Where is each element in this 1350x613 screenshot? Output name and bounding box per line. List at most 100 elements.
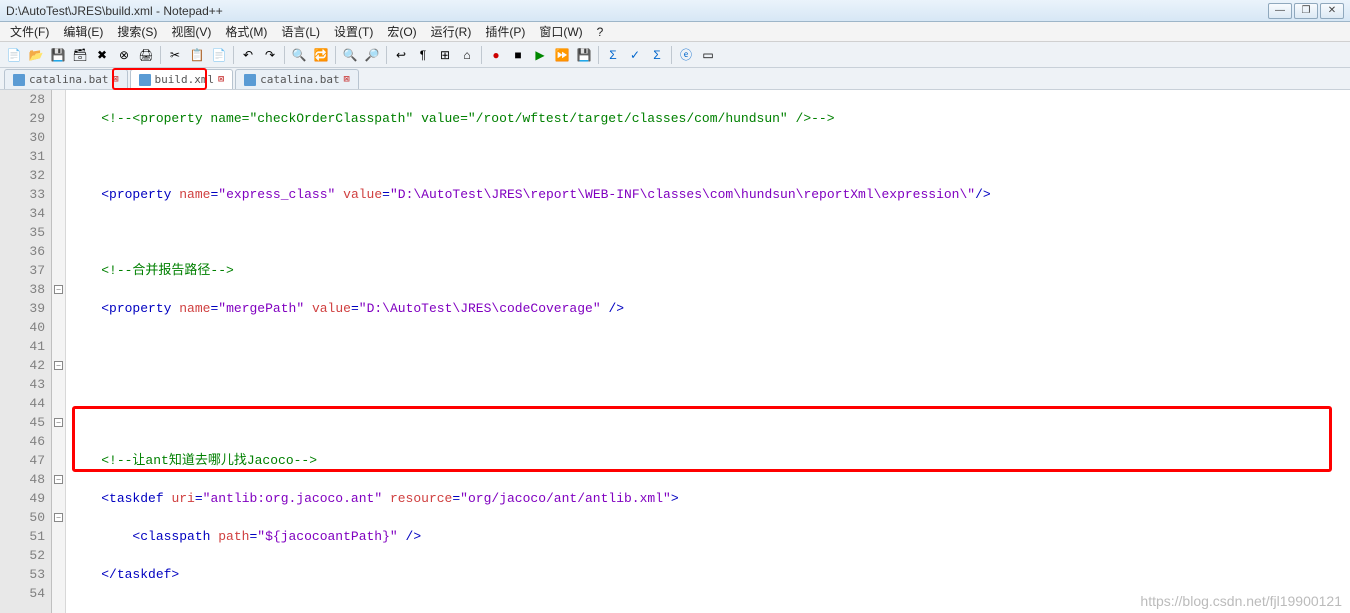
play-multi-icon[interactable]: ⏩ (552, 45, 572, 65)
indent-guide-icon[interactable]: ⊞ (435, 45, 455, 65)
fold-toggle-icon[interactable]: − (52, 508, 65, 527)
tab-close-icon[interactable]: ⊠ (344, 74, 350, 85)
menu-settings[interactable]: 设置(T) (328, 21, 379, 42)
menu-search[interactable]: 搜索(S) (111, 21, 163, 42)
minimize-button[interactable]: — (1268, 3, 1292, 19)
line-number: 39 (0, 299, 51, 318)
close-button[interactable]: ✕ (1320, 3, 1344, 19)
line-number: 29 (0, 109, 51, 128)
save-all-icon[interactable]: 🗃 (70, 45, 90, 65)
menu-bar: 文件(F) 编辑(E) 搜索(S) 视图(V) 格式(M) 语言(L) 设置(T… (0, 22, 1350, 42)
line-number: 42 (0, 356, 51, 375)
menu-window[interactable]: 窗口(W) (533, 21, 588, 42)
file-icon (244, 74, 256, 86)
cut-icon[interactable]: ✂ (165, 45, 185, 65)
window-titlebar: D:\AutoTest\JRES\build.xml - Notepad++ —… (0, 0, 1350, 22)
file-icon (139, 74, 151, 86)
sigma2-icon[interactable]: Σ (647, 45, 667, 65)
toolbar-separator (335, 46, 336, 64)
menu-view[interactable]: 视图(V) (165, 21, 217, 42)
line-number: 33 (0, 185, 51, 204)
menu-macro[interactable]: 宏(O) (381, 21, 422, 42)
line-number: 32 (0, 166, 51, 185)
menu-plugins[interactable]: 插件(P) (479, 21, 531, 42)
zoom-in-icon[interactable]: 🔍 (340, 45, 360, 65)
line-number: 49 (0, 489, 51, 508)
window-title: D:\AutoTest\JRES\build.xml - Notepad++ (6, 4, 223, 18)
line-number: 51 (0, 527, 51, 546)
tab-label: catalina.bat (29, 73, 108, 86)
copy-icon[interactable]: 📋 (187, 45, 207, 65)
line-number-gutter: 28 29 30 31 32 33 34 35 36 37 38 39 40 4… (0, 90, 52, 613)
toolbar-separator (284, 46, 285, 64)
fold-toggle-icon[interactable]: − (52, 356, 65, 375)
fold-toggle-icon[interactable]: − (52, 413, 65, 432)
toolbar-separator (598, 46, 599, 64)
save-macro-icon[interactable]: 💾 (574, 45, 594, 65)
toolbar-separator (386, 46, 387, 64)
wrap-icon[interactable]: ↩ (391, 45, 411, 65)
menu-run[interactable]: 运行(R) (425, 21, 478, 42)
menu-help[interactable]: ? (591, 23, 610, 41)
window-controls: — ❐ ✕ (1268, 3, 1344, 19)
tab-label: catalina.bat (260, 73, 339, 86)
toolbar-separator (671, 46, 672, 64)
line-number: 40 (0, 318, 51, 337)
line-number: 37 (0, 261, 51, 280)
code-comment: <!--<property name="checkOrderClasspath"… (101, 111, 834, 126)
fold-toggle-icon[interactable]: − (52, 470, 65, 489)
tab-close-icon[interactable]: ⊠ (112, 74, 118, 85)
line-number: 48 (0, 470, 51, 489)
menu-format[interactable]: 格式(M) (219, 21, 273, 42)
new-file-icon[interactable]: 📄 (4, 45, 24, 65)
line-number: 30 (0, 128, 51, 147)
tab-label: build.xml (155, 73, 215, 86)
file-icon (13, 74, 25, 86)
file-tab-bar: catalina.bat ⊠ build.xml ⊠ catalina.bat … (0, 68, 1350, 90)
lang-icon[interactable]: ⌂ (457, 45, 477, 65)
maximize-button[interactable]: ❐ (1294, 3, 1318, 19)
line-number: 52 (0, 546, 51, 565)
play-macro-icon[interactable]: ▶ (530, 45, 550, 65)
line-number: 46 (0, 432, 51, 451)
line-number: 35 (0, 223, 51, 242)
record-macro-icon[interactable]: ● (486, 45, 506, 65)
sigma-icon[interactable]: Σ (603, 45, 623, 65)
code-content[interactable]: <!--<property name="checkOrderClasspath"… (66, 90, 1350, 613)
doc-icon[interactable]: ▭ (698, 45, 718, 65)
line-number: 44 (0, 394, 51, 413)
show-all-chars-icon[interactable]: ¶ (413, 45, 433, 65)
stop-macro-icon[interactable]: ■ (508, 45, 528, 65)
line-number: 38 (0, 280, 51, 299)
find-icon[interactable]: 🔍 (289, 45, 309, 65)
paste-icon[interactable]: 📄 (209, 45, 229, 65)
tab-close-icon[interactable]: ⊠ (218, 74, 224, 85)
file-tab-catalina1[interactable]: catalina.bat ⊠ (4, 69, 128, 89)
toolbar-separator (481, 46, 482, 64)
open-file-icon[interactable]: 📂 (26, 45, 46, 65)
line-number: 54 (0, 584, 51, 603)
spell-icon[interactable]: ✓ (625, 45, 645, 65)
close-file-icon[interactable]: ✖ (92, 45, 112, 65)
ie-icon[interactable]: ⓔ (676, 45, 696, 65)
editor-area[interactable]: 28 29 30 31 32 33 34 35 36 37 38 39 40 4… (0, 90, 1350, 613)
replace-icon[interactable]: 🔁 (311, 45, 331, 65)
zoom-out-icon[interactable]: 🔎 (362, 45, 382, 65)
toolbar-separator (160, 46, 161, 64)
close-all-icon[interactable]: ⊗ (114, 45, 134, 65)
undo-icon[interactable]: ↶ (238, 45, 258, 65)
line-number: 53 (0, 565, 51, 584)
line-number: 47 (0, 451, 51, 470)
menu-language[interactable]: 语言(L) (275, 21, 326, 42)
watermark-text: https://blog.csdn.net/fjl19900121 (1140, 593, 1342, 609)
print-icon[interactable]: 🖨 (136, 45, 156, 65)
file-tab-catalina2[interactable]: catalina.bat ⊠ (235, 69, 359, 89)
menu-file[interactable]: 文件(F) (4, 21, 55, 42)
file-tab-build[interactable]: build.xml ⊠ (130, 69, 234, 89)
fold-toggle-icon[interactable]: − (52, 280, 65, 299)
redo-icon[interactable]: ↷ (260, 45, 280, 65)
line-number: 34 (0, 204, 51, 223)
save-icon[interactable]: 💾 (48, 45, 68, 65)
toolbar: 📄 📂 💾 🗃 ✖ ⊗ 🖨 ✂ 📋 📄 ↶ ↷ 🔍 🔁 🔍 🔎 ↩ ¶ ⊞ ⌂ … (0, 42, 1350, 68)
menu-edit[interactable]: 编辑(E) (57, 21, 109, 42)
